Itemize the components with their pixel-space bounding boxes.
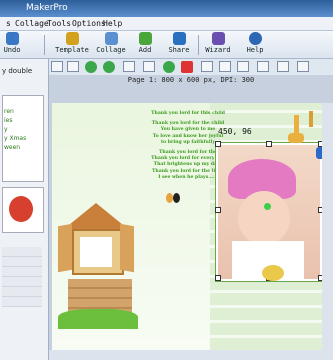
delete-icon[interactable]	[181, 61, 193, 73]
undo-label: Undo	[3, 46, 21, 54]
baby-photo[interactable]	[216, 143, 322, 281]
resize-handle[interactable]	[215, 275, 221, 281]
image-icon[interactable]	[277, 61, 289, 72]
list-item[interactable]: y	[4, 126, 8, 133]
title-bar[interactable]: MakerPro	[0, 0, 333, 17]
rotate-handle[interactable]	[264, 203, 271, 210]
list-item[interactable]: y Xmas	[4, 135, 26, 142]
menu-bar: s Collage Tools Options Help	[0, 17, 333, 31]
horizontal-scrollbar[interactable]	[49, 350, 333, 360]
align-left-icon[interactable]	[201, 61, 213, 72]
baby-face	[238, 191, 290, 245]
collage-icon	[104, 32, 118, 45]
undo-icon	[5, 32, 19, 45]
align-center-icon[interactable]	[219, 61, 231, 72]
wizard-button[interactable]: Wizard	[205, 32, 231, 57]
poem-line: Thank you lord for this child	[151, 111, 225, 116]
share-label: Share	[168, 46, 190, 54]
menu-tools[interactable]: Tools	[47, 17, 71, 30]
list-item[interactable]: ren	[4, 108, 14, 115]
resize-handle[interactable]	[266, 141, 272, 147]
edit-toolbar	[49, 59, 333, 76]
thumbnail-preview[interactable]	[2, 187, 44, 233]
help-button[interactable]: Help	[245, 32, 265, 57]
template-list[interactable]: ren ies y y Xmas ween	[2, 95, 44, 182]
giraffe-clipart[interactable]	[306, 111, 316, 129]
left-panel: y double ren ies y y Xmas ween	[0, 59, 49, 360]
template-label: Template	[55, 46, 89, 54]
main-toolbar: Undo Template Collage Add Share Wizard H…	[0, 31, 333, 59]
list-item[interactable]: ies	[4, 117, 12, 124]
share-button[interactable]: Share	[167, 32, 191, 57]
zoom-icon[interactable]	[297, 61, 309, 72]
bee-clipart[interactable]	[262, 265, 284, 281]
menu-help[interactable]: Help	[103, 17, 122, 30]
layer-list[interactable]	[2, 247, 42, 307]
menu-file[interactable]: s	[6, 17, 11, 30]
resize-handle[interactable]	[215, 141, 221, 147]
crop-icon[interactable]	[51, 61, 63, 72]
arrow-up-icon[interactable]	[85, 61, 97, 73]
undo-button[interactable]: Undo	[0, 32, 24, 57]
align-right-icon[interactable]	[237, 61, 249, 72]
template-icon	[65, 32, 79, 45]
collage-label: Collage	[96, 46, 126, 54]
distribute-icon[interactable]	[257, 61, 269, 72]
resize-handle[interactable]	[215, 207, 221, 213]
add-button[interactable]: Add	[135, 32, 155, 57]
rotate-icon[interactable]	[123, 61, 135, 72]
forward-icon[interactable]	[163, 61, 175, 73]
select-icon[interactable]	[67, 61, 79, 72]
wizard-label: Wizard	[205, 46, 231, 54]
collage-canvas[interactable]: Thank you lord for this child Thank you …	[52, 103, 333, 350]
page-info: Page 1: 800 x 600 px, DPI: 300	[127, 76, 255, 84]
add-icon	[138, 32, 152, 45]
template-name: y double	[2, 67, 33, 75]
flip-icon[interactable]	[143, 61, 155, 72]
menu-options[interactable]: Options	[72, 17, 106, 30]
butterfly-clipart[interactable]	[166, 193, 180, 205]
help-label: Help	[246, 46, 264, 54]
add-label: Add	[138, 46, 152, 54]
wizard-icon	[211, 32, 225, 45]
menu-collage[interactable]: Collage	[15, 17, 49, 30]
list-item[interactable]: ween	[4, 144, 20, 151]
help-icon	[248, 32, 262, 45]
vertical-scrollbar[interactable]	[322, 103, 333, 350]
coordinate-readout: 450, 96	[218, 127, 252, 136]
flower-thumbnail	[9, 196, 33, 222]
window-title: MakerPro	[26, 3, 68, 13]
giraffe-clipart[interactable]	[288, 115, 304, 149]
share-icon	[172, 32, 186, 45]
collage-button[interactable]: Collage	[93, 32, 129, 57]
template-button[interactable]: Template	[52, 32, 92, 57]
arrow-down-icon[interactable]	[103, 61, 115, 73]
cottage-clipart[interactable]	[58, 185, 138, 329]
